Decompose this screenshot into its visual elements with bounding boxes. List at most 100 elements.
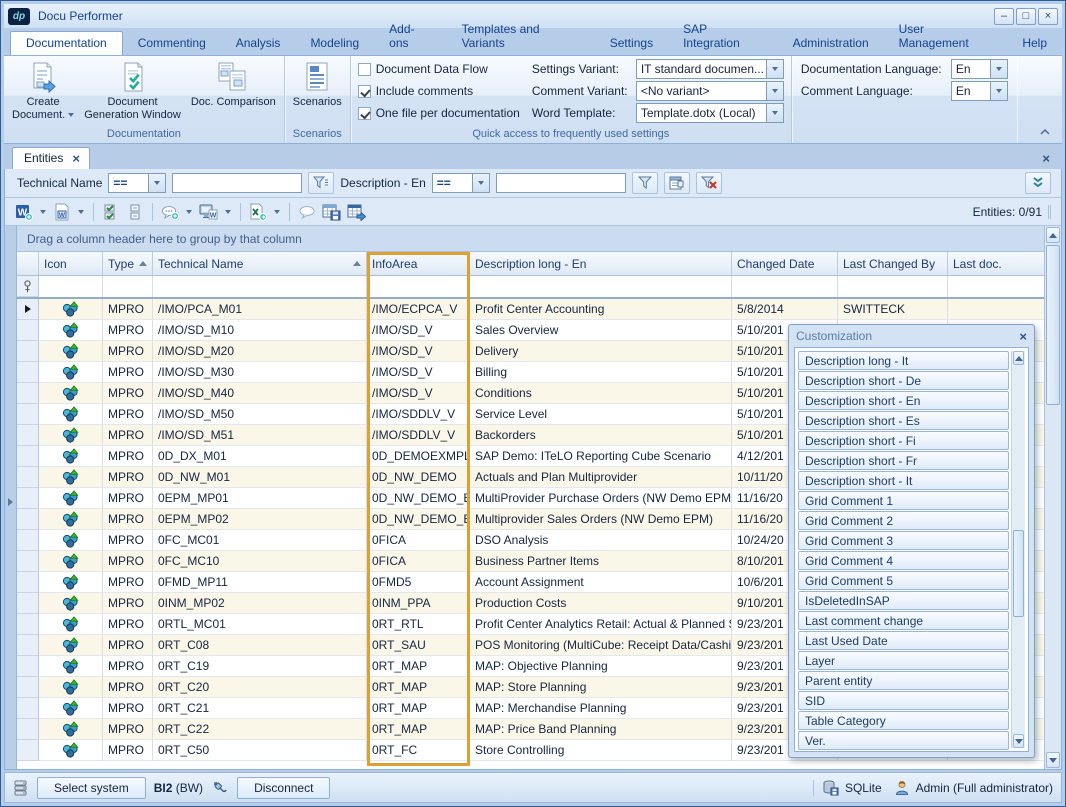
row-indicator-header[interactable] bbox=[17, 252, 39, 275]
ribbon-tab-documentation[interactable]: Documentation bbox=[10, 31, 123, 55]
column-header-last-changed-by[interactable]: Last Changed By bbox=[838, 252, 948, 275]
customization-item-description-long-it[interactable]: Description long - It bbox=[798, 351, 1009, 370]
expand-filter-panel-button[interactable] bbox=[1025, 172, 1051, 194]
customization-item-grid-comment-1[interactable]: Grid Comment 1 bbox=[798, 491, 1009, 510]
clear-filter-button[interactable] bbox=[696, 172, 722, 194]
load-grid-layout-button[interactable] bbox=[345, 201, 368, 223]
customization-item-grid-comment-2[interactable]: Grid Comment 2 bbox=[798, 511, 1009, 530]
scenarios-button[interactable]: Scenarios bbox=[288, 57, 347, 111]
auto-filter-cell[interactable] bbox=[948, 276, 1044, 297]
comment-window-button[interactable]: W bbox=[197, 201, 220, 223]
document-area-close-icon[interactable]: × bbox=[1042, 152, 1050, 169]
scroll-down-icon[interactable] bbox=[1046, 752, 1060, 768]
compare-versions-button[interactable] bbox=[124, 201, 146, 223]
customization-item-sid[interactable]: SID bbox=[798, 691, 1009, 710]
scrollbar-thumb[interactable] bbox=[1046, 245, 1060, 405]
column-header-technical-name[interactable]: Technical Name bbox=[153, 252, 367, 275]
filter-editor-button[interactable] bbox=[664, 172, 690, 194]
collapsed-panel-splitter[interactable] bbox=[5, 226, 17, 769]
chevron-down-icon[interactable] bbox=[991, 81, 1008, 101]
tab-close-icon[interactable]: × bbox=[72, 152, 80, 165]
auto-filter-cell[interactable] bbox=[367, 276, 470, 297]
save-grid-layout-button[interactable] bbox=[320, 201, 343, 223]
auto-filter-cell[interactable] bbox=[470, 276, 732, 297]
chevron-down-icon[interactable] bbox=[767, 59, 784, 79]
ribbon-tab-modeling[interactable]: Modeling bbox=[295, 32, 374, 55]
excel-export-button[interactable] bbox=[247, 201, 269, 223]
ribbon-tab-settings[interactable]: Settings bbox=[595, 32, 668, 55]
column-header-description-long-en[interactable]: Description long - En bbox=[470, 252, 732, 275]
ribbon-tab-sap-integration[interactable]: SAP Integration bbox=[668, 18, 778, 55]
select-system-button[interactable]: Select system bbox=[37, 777, 146, 799]
ribbon-tab-add-ons[interactable]: Add-ons bbox=[374, 18, 446, 55]
description-filter-input[interactable] bbox=[496, 173, 626, 193]
close-button[interactable]: × bbox=[1038, 8, 1058, 25]
chevron-down-icon[interactable] bbox=[75, 201, 87, 223]
show-comments-button[interactable] bbox=[296, 201, 318, 223]
column-header-type[interactable]: Type bbox=[103, 252, 153, 275]
documentation-language-combo[interactable]: En bbox=[951, 59, 1008, 79]
create-document-button[interactable]: Create Document. bbox=[7, 57, 79, 124]
scroll-down-icon[interactable] bbox=[1013, 734, 1024, 748]
ribbon-tab-analysis[interactable]: Analysis bbox=[221, 32, 296, 55]
customization-item-description-short-fi[interactable]: Description short - Fi bbox=[798, 431, 1009, 450]
grid-vertical-scrollbar[interactable] bbox=[1044, 226, 1061, 769]
chevron-down-icon[interactable] bbox=[473, 173, 490, 193]
settings-variant-combo[interactable]: IT standard documen... bbox=[636, 59, 784, 79]
restore-button[interactable]: □ bbox=[1016, 8, 1036, 25]
customization-item-grid-comment-3[interactable]: Grid Comment 3 bbox=[798, 531, 1009, 550]
customization-item-grid-comment-4[interactable]: Grid Comment 4 bbox=[798, 551, 1009, 570]
column-header-changed-date[interactable]: Changed Date bbox=[732, 252, 838, 275]
ribbon-tab-templates-and-variants[interactable]: Templates and Variants bbox=[447, 18, 595, 55]
table-row[interactable]: MPRO/IMO/PCA_M01/IMO/ECPCA_VProfit Cente… bbox=[17, 299, 1044, 320]
document-generation-window-button[interactable]: Document Generation Window bbox=[79, 57, 186, 124]
customization-item-description-short-fr[interactable]: Description short - Fr bbox=[798, 451, 1009, 470]
customization-item-grid-comment-5[interactable]: Grid Comment 5 bbox=[798, 571, 1009, 590]
column-header-infoarea[interactable]: InfoArea bbox=[367, 252, 470, 275]
auto-filter-cell[interactable] bbox=[838, 276, 948, 297]
customization-item-parent-entity[interactable]: Parent entity bbox=[798, 671, 1009, 690]
customization-close-icon[interactable]: × bbox=[1019, 330, 1027, 343]
chevron-down-icon[interactable] bbox=[271, 201, 283, 223]
column-header-last-doc[interactable]: Last doc. bbox=[948, 252, 1044, 275]
ribbon-tab-commenting[interactable]: Commenting bbox=[123, 32, 221, 55]
chevron-down-icon[interactable] bbox=[767, 81, 784, 101]
customization-item-description-short-es[interactable]: Description short - Es bbox=[798, 411, 1009, 430]
auto-filter-cell[interactable] bbox=[732, 276, 838, 297]
scroll-up-icon[interactable] bbox=[1046, 227, 1060, 243]
ribbon-tab-user-management[interactable]: User Management bbox=[884, 18, 1008, 55]
auto-filter-row-indicator[interactable] bbox=[17, 276, 39, 297]
chevron-down-icon[interactable] bbox=[991, 59, 1008, 79]
auto-filter-cell[interactable] bbox=[39, 276, 103, 297]
mark-entities-button[interactable] bbox=[100, 201, 122, 223]
customization-scrollbar[interactable] bbox=[1011, 351, 1025, 748]
chevron-down-icon[interactable] bbox=[767, 103, 784, 123]
open-word-document-button[interactable]: W bbox=[51, 201, 73, 223]
doc-comparison-button[interactable]: Doc. Comparison bbox=[186, 57, 281, 111]
chevron-down-icon[interactable] bbox=[37, 201, 49, 223]
auto-filter-cell[interactable] bbox=[153, 276, 367, 297]
scrollbar-thumb[interactable] bbox=[1013, 530, 1024, 617]
chevron-down-icon[interactable] bbox=[222, 201, 234, 223]
customization-item-description-short-de[interactable]: Description short - De bbox=[798, 371, 1009, 390]
customization-item-table-category[interactable]: Table Category bbox=[798, 711, 1009, 730]
tab-entities[interactable]: Entities × bbox=[12, 147, 90, 169]
create-word-document-button[interactable]: W bbox=[13, 201, 35, 223]
document-data-flow-checkbox[interactable]: Document Data Flow bbox=[358, 60, 520, 78]
apply-filter-button[interactable] bbox=[632, 172, 658, 194]
comment-variant-combo[interactable]: <No variant> bbox=[636, 81, 784, 101]
customization-item-layer[interactable]: Layer bbox=[798, 651, 1009, 670]
word-template-combo[interactable]: Template.dotx (Local) bbox=[636, 103, 784, 123]
filter-operator-description[interactable]: == bbox=[432, 173, 490, 193]
scroll-up-icon[interactable] bbox=[1013, 351, 1024, 365]
technical-name-filter-input[interactable] bbox=[172, 173, 302, 193]
comment-language-combo[interactable]: En bbox=[951, 81, 1008, 101]
customization-item-last-used-date[interactable]: Last Used Date bbox=[798, 631, 1009, 650]
include-comments-checkbox[interactable]: Include comments bbox=[358, 82, 520, 100]
customization-item-isdeletedinsap[interactable]: IsDeletedInSAP bbox=[798, 591, 1009, 610]
collapse-ribbon-icon[interactable] bbox=[1036, 125, 1054, 139]
filter-operator-technical-name[interactable]: == bbox=[108, 173, 166, 193]
customization-item-ver[interactable]: Ver. bbox=[798, 731, 1009, 750]
ribbon-tab-help[interactable]: Help bbox=[1007, 32, 1062, 55]
customization-item-description-short-it[interactable]: Description short - It bbox=[798, 471, 1009, 490]
